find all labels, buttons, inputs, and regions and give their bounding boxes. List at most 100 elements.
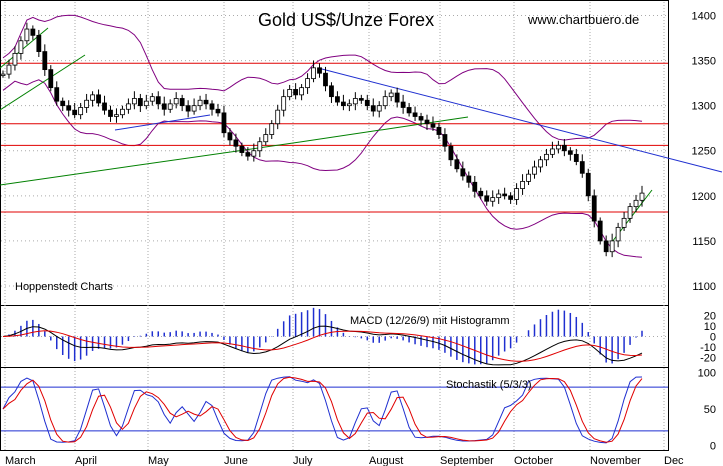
y-tick-label: -20: [700, 353, 716, 365]
candle: [448, 142, 454, 167]
candle: [394, 87, 400, 108]
candle: [442, 128, 448, 152]
horizontal-lines: [1, 62, 668, 213]
candle: [251, 143, 257, 162]
candle: [149, 93, 155, 106]
trend-line: [0, 141, 301, 186]
candle: [257, 137, 263, 158]
candle: [508, 192, 514, 204]
candle: [161, 96, 167, 116]
candle: [299, 84, 304, 101]
macd-panel-frame: [0, 305, 669, 368]
candle: [490, 190, 496, 207]
grid: [1, 2, 668, 450]
candle: [454, 154, 460, 173]
y-tick-label: 1350: [692, 56, 716, 68]
candle: [591, 189, 597, 228]
x-month-label: November: [590, 455, 641, 466]
candle: [108, 105, 113, 122]
y-tick-label: 1150: [692, 236, 716, 248]
candle: [239, 142, 245, 157]
gold-chart: 110011501200125013001350140020100-10-201…: [0, 0, 723, 466]
y-tick-label: 1300: [692, 101, 716, 113]
candle: [120, 105, 125, 119]
candle: [460, 161, 466, 181]
candle: [137, 93, 143, 112]
source-label: Hoppenstedt Charts: [15, 281, 113, 293]
bollinger-upper: [2, 14, 643, 141]
candle: [352, 92, 358, 111]
candle: [615, 222, 621, 248]
bollinger-bands: [2, 14, 643, 258]
stoch-title: Stochastik (5/3/3): [446, 379, 532, 391]
x-month-label: September: [440, 455, 494, 466]
candle: [281, 89, 287, 117]
candle: [167, 99, 173, 113]
candle: [406, 102, 412, 117]
candle: [60, 97, 66, 112]
x-month-label: Dec: [664, 455, 684, 466]
candle: [215, 103, 221, 117]
candle: [597, 217, 603, 245]
x-month-label: April: [75, 455, 97, 466]
candle: [12, 46, 18, 71]
candle: [30, 25, 36, 40]
candle: [114, 108, 119, 123]
candle: [18, 36, 24, 60]
candle: [639, 185, 645, 207]
candle: [179, 94, 185, 112]
x-month-label: July: [293, 455, 313, 466]
candle: [341, 94, 346, 111]
candle: [412, 106, 418, 121]
candle: [496, 189, 502, 204]
candle: [526, 169, 531, 186]
candle: [42, 44, 48, 76]
candle: [48, 65, 54, 92]
candle: [550, 141, 555, 158]
candle: [0, 70, 6, 78]
candle: [376, 101, 382, 118]
site-label: www.chartbuero.de: [527, 12, 639, 27]
macd-title: MACD (12/26/9) mit Histogramm: [350, 315, 510, 327]
candle: [233, 133, 239, 153]
y-tick-label: 1100: [692, 281, 716, 293]
trend-line: [317, 67, 723, 173]
y-tick-label: 1400: [692, 11, 716, 23]
x-axis-month-labels: March April May June July August September Octo…: [5, 455, 684, 466]
candle: [484, 190, 490, 206]
candle: [96, 89, 101, 107]
candle: [221, 105, 227, 138]
candle: [317, 63, 322, 78]
candle: [370, 98, 376, 117]
x-month-label: May: [148, 455, 169, 466]
candle: [388, 89, 394, 102]
candle: [478, 187, 484, 200]
chart-title: Gold US$/Unze Forex: [258, 10, 434, 30]
candle: [472, 175, 478, 198]
stochastic-panel: [1, 376, 668, 444]
candle: [126, 98, 131, 114]
candle: [90, 91, 95, 107]
y-tick-label: 1200: [692, 191, 716, 203]
trend-line: [114, 114, 211, 131]
plot-frames: [0, 0, 669, 451]
candle: [538, 156, 543, 173]
candle: [131, 91, 137, 110]
y-axis-ticks: 110011501200125013001350140020100-10-201…: [692, 11, 716, 453]
candle: [293, 83, 299, 100]
macd-panel: [1, 307, 668, 366]
candle: [269, 120, 275, 140]
price-bars: [0, 22, 645, 258]
candle: [502, 187, 508, 200]
candle: [203, 93, 209, 110]
candle: [191, 98, 197, 115]
candle: [263, 128, 269, 146]
stoch-k-line: [2, 376, 643, 444]
candle: [6, 59, 12, 79]
y-tick-label: 100: [698, 368, 716, 380]
candle: [555, 140, 561, 154]
y-tick-label: 50: [704, 404, 716, 416]
candle: [185, 100, 191, 118]
candle: [609, 233, 615, 258]
candle: [400, 94, 406, 114]
